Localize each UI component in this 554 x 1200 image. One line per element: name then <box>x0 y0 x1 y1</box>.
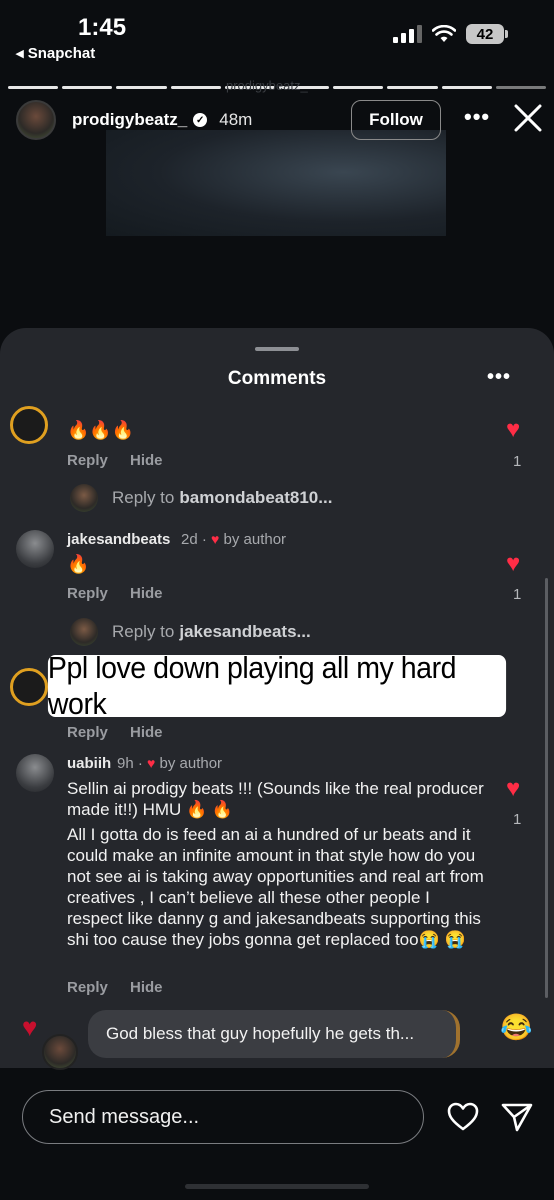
comment-avatar[interactable] <box>16 754 54 792</box>
comment-username[interactable]: jakesandbeats <box>67 531 170 548</box>
like-heart-icon[interactable]: ♥ <box>506 777 520 801</box>
back-to-app-link[interactable]: ◂ Snapchat <box>16 44 95 62</box>
laugh-emoji-icon[interactable]: 😂 <box>500 1012 532 1043</box>
hide-button[interactable]: Hide <box>130 724 163 741</box>
like-heart-icon[interactable]: ♥ <box>506 552 520 576</box>
story-media[interactable] <box>106 130 446 236</box>
live-comment-avatar <box>42 1034 78 1070</box>
heart-reaction-icon: ♥ <box>22 1012 38 1042</box>
send-message-input[interactable] <box>22 1090 424 1144</box>
comment-meta: 2d · ♥ by author <box>181 531 286 548</box>
wifi-icon <box>432 25 456 42</box>
comment-username[interactable]: uabiih <box>67 755 111 772</box>
send-icon[interactable] <box>500 1100 534 1134</box>
comment-text: 🔥 <box>67 554 90 574</box>
reply-button[interactable]: Reply <box>67 452 108 469</box>
like-icon[interactable] <box>446 1100 480 1134</box>
comment-text: 🔥🔥🔥 <box>67 420 135 440</box>
comment-avatar[interactable] <box>10 406 48 444</box>
live-comment-bubble: God bless that guy hopefully he gets th.… <box>88 1010 460 1058</box>
hide-button[interactable]: Hide <box>130 452 163 469</box>
comment-time: 2d · <box>181 531 207 548</box>
sheet-drag-handle[interactable] <box>255 347 299 351</box>
reply-button[interactable]: Reply <box>67 585 108 602</box>
reply-prompt: Reply to <box>112 622 175 641</box>
reply-button[interactable]: Reply <box>67 724 108 741</box>
reply-to-username: jakesandbeats... <box>179 622 311 641</box>
hide-button[interactable]: Hide <box>130 979 163 996</box>
comments-more-icon[interactable]: ••• <box>487 366 511 389</box>
like-count: 1 <box>513 453 522 470</box>
reply-prompt: Reply to <box>112 488 175 507</box>
story-header: prodigybeatz_ ✓ 48m Follow ••• <box>16 98 542 142</box>
author-heart-icon: ♥ <box>211 531 220 547</box>
author-tag: by author <box>159 755 223 772</box>
status-icons: 42 <box>393 24 508 44</box>
comment-avatar[interactable] <box>10 668 48 706</box>
story-username[interactable]: prodigybeatz_ <box>72 110 187 130</box>
my-avatar <box>70 484 98 512</box>
story-avatar[interactable] <box>16 100 56 140</box>
my-avatar <box>70 618 98 646</box>
sheet-title: Comments <box>227 368 327 389</box>
battery-icon: 42 <box>466 24 508 44</box>
scrollbar[interactable] <box>545 578 548 998</box>
story-watermark: prodigybeatz_ <box>226 78 308 93</box>
like-heart-icon[interactable]: ♥ <box>506 418 520 442</box>
close-icon[interactable] <box>512 102 544 134</box>
follow-button[interactable]: Follow <box>351 100 441 140</box>
author-tag: by author <box>223 531 287 548</box>
author-heart-icon: ♥ <box>147 755 156 771</box>
verified-badge-icon: ✓ <box>193 113 208 127</box>
comment-text: Sellin ai prodigy beats !!! (Sounds like… <box>67 779 484 819</box>
reply-button[interactable]: Reply <box>67 979 108 996</box>
cellular-signal-icon <box>393 25 422 43</box>
reply-to-username: bamondabeat810... <box>179 488 333 507</box>
home-indicator <box>185 1184 369 1189</box>
reply-to-row[interactable]: Reply to bamondabeat810... <box>70 484 332 512</box>
hide-button[interactable]: Hide <box>130 585 163 602</box>
comment-text-body: All I gotta do is feed an ai a hundred o… <box>67 825 484 949</box>
like-count: 1 <box>513 586 522 603</box>
status-time: 1:45 <box>78 14 127 41</box>
like-count: 1 <box>513 811 522 828</box>
comment-time: 9h · <box>117 755 143 772</box>
story-more-icon[interactable]: ••• <box>464 104 490 130</box>
story-time: 48m <box>219 110 253 129</box>
comment-meta: 9h · ♥ by author <box>117 755 222 772</box>
comment-avatar[interactable] <box>16 530 54 568</box>
caption-overlay: Ppl love down playing all my hard work <box>47 650 507 721</box>
reply-to-row[interactable]: Reply to jakesandbeats... <box>70 618 311 646</box>
